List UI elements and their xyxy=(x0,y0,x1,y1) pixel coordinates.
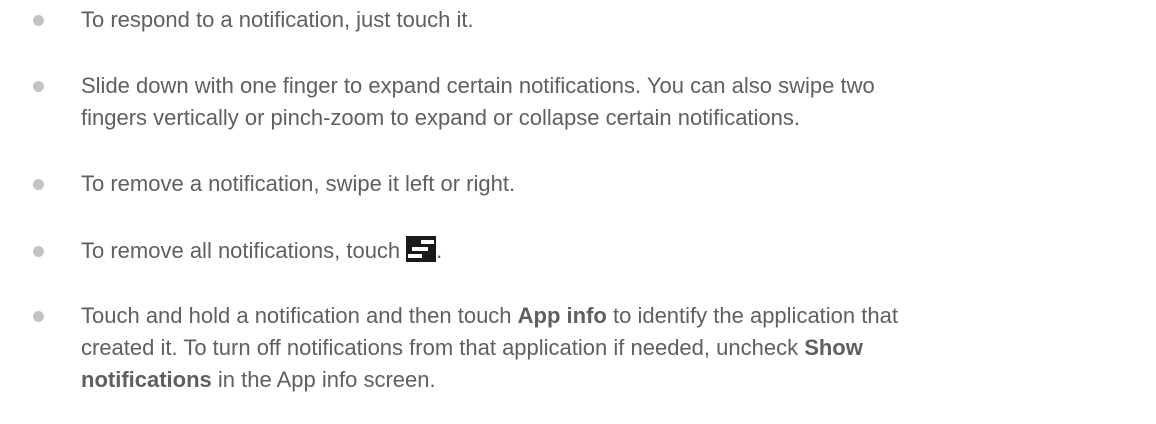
list-item-text: Touch and hold a notification and then t… xyxy=(81,300,1141,396)
bullet-dot xyxy=(33,179,44,190)
list-item-text: Slide down with one finger to expand cer… xyxy=(81,70,1141,134)
list-item-text-segment: to identify the application that xyxy=(606,303,898,328)
bullet-dot xyxy=(33,15,44,26)
list-item-text: To remove all notifications, touch. xyxy=(81,235,1141,267)
list-item-text-line: fingers vertically or pinch-zoom to expa… xyxy=(81,105,801,130)
list-item-text-segment: To remove all notifications, touch xyxy=(81,238,401,263)
list-item-text-line: Slide down with one finger to expand cer… xyxy=(81,73,875,98)
app-info-term: App info xyxy=(517,303,607,328)
document-page: To respond to a notification, just touch… xyxy=(0,0,1156,424)
list-item-text-segment: in the App info screen. xyxy=(211,367,436,392)
clear-all-notifications-icon xyxy=(406,236,437,262)
list-item-text-segment: . xyxy=(436,238,443,263)
list-item-text-segment: Touch and hold a notification and then t… xyxy=(81,303,518,328)
bullet-dot xyxy=(33,311,44,322)
bullet-dot xyxy=(33,246,44,257)
show-notifications-term: Show xyxy=(804,335,863,360)
list-item-text-segment: created it. To turn off notifications fr… xyxy=(81,335,805,360)
list-item-text: To respond to a notification, just touch… xyxy=(81,7,474,32)
show-notifications-term: notifications xyxy=(81,367,212,392)
list-item-text: To remove a notification, swipe it left … xyxy=(81,171,516,196)
bullet-dot xyxy=(33,81,44,92)
